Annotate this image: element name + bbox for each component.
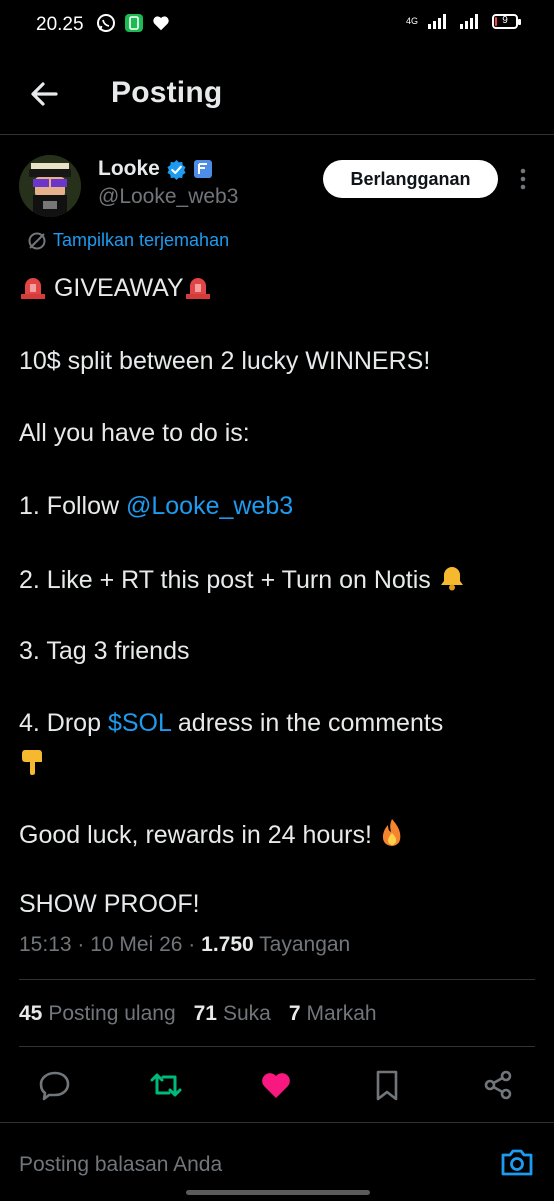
post-line-4: 1. Follow @Looke_web3 xyxy=(19,492,293,521)
view-label: Tayangan xyxy=(253,933,351,956)
post-line-4-prefix: 1. Follow xyxy=(19,492,126,520)
post-time: 15:13 xyxy=(19,933,72,956)
heart-notification-icon xyxy=(153,16,169,31)
pointing-down-icon xyxy=(22,750,42,775)
siren-icon-2 xyxy=(185,278,210,299)
whatsapp-icon xyxy=(97,14,115,32)
action-bar xyxy=(0,1060,554,1110)
post-line-2: 10$ split between 2 lucky WINNERS! xyxy=(19,347,431,375)
battery-icon: 9 xyxy=(492,13,521,29)
cashtag-link[interactable]: $SOL xyxy=(108,709,171,737)
post-line-giveaway: GIVEAWAY xyxy=(19,274,212,303)
notification-icons xyxy=(96,13,170,33)
like-icon[interactable] xyxy=(259,1068,293,1102)
siren-icon xyxy=(21,278,45,299)
top-app-bar: Posting xyxy=(0,56,554,135)
post-line-7: 4. Drop $SOL adress in the comments xyxy=(19,709,443,738)
post-date: 10 Mei 26 xyxy=(90,933,183,956)
post-line-8: Good luck, rewards in 24 hours! xyxy=(19,821,372,849)
fire-icon xyxy=(382,819,401,846)
bell-icon xyxy=(440,567,463,591)
translate-label[interactable]: Tampilkan terjemahan xyxy=(53,230,229,251)
camera-icon[interactable] xyxy=(500,1147,534,1177)
post-line-7-emoji xyxy=(19,746,47,779)
bookmark-icon[interactable] xyxy=(370,1068,404,1102)
post-line-7-prefix: 4. Drop xyxy=(19,709,108,737)
post-line-9: SHOW PROOF! xyxy=(19,890,200,918)
view-count[interactable]: 1.750 xyxy=(201,933,254,956)
reply-icon[interactable] xyxy=(38,1068,72,1102)
bookmarks-stat[interactable]: 7 Markah xyxy=(289,1002,377,1026)
home-indicator[interactable] xyxy=(186,1190,370,1195)
battery-percent: 9 xyxy=(502,14,508,26)
engagement-stats: 45 Posting ulang 71 Suka 7 Markah xyxy=(19,1002,377,1026)
post-line-8-row: Good luck, rewards in 24 hours! xyxy=(19,817,405,850)
bookmarks-count: 7 xyxy=(288,1002,301,1025)
author-name-row[interactable]: Looke xyxy=(98,157,213,181)
divider xyxy=(19,979,535,980)
likes-label: Suka xyxy=(222,1002,271,1025)
post-meta: 15:13 · 10 Mei 26 · 1.750 Tayangan xyxy=(19,933,350,957)
divider-2 xyxy=(19,1046,535,1047)
affiliate-badge-icon xyxy=(193,160,212,178)
status-time: 20.25 xyxy=(36,14,84,35)
bookmarks-label: Markah xyxy=(306,1002,377,1025)
mention-link[interactable]: @Looke_web3 xyxy=(126,492,293,520)
post-line-5: 2. Like + RT this post + Turn on Notis xyxy=(19,566,431,594)
reposts-stat[interactable]: 45 Posting ulang xyxy=(19,1002,176,1026)
likes-count: 71 xyxy=(193,1002,217,1025)
signal-icon-2 xyxy=(460,14,478,29)
translate-icon xyxy=(28,232,46,249)
translate-link[interactable]: Tampilkan terjemahan xyxy=(27,230,229,251)
reposts-count: 45 xyxy=(19,1002,43,1025)
avatar[interactable] xyxy=(19,155,81,217)
meta-separator: · xyxy=(71,933,91,956)
network-type: 4G xyxy=(405,16,418,26)
retweet-icon[interactable] xyxy=(149,1068,183,1102)
post-line-1: GIVEAWAY xyxy=(53,274,184,302)
share-icon[interactable] xyxy=(481,1068,515,1102)
more-vertical-icon[interactable] xyxy=(515,166,531,194)
post-line-3: All you have to do is: xyxy=(19,419,250,447)
back-arrow-icon[interactable] xyxy=(26,76,62,112)
system-icons: 4G 9 xyxy=(405,13,521,29)
post-line-5-row: 2. Like + RT this post + Turn on Notis xyxy=(19,564,466,595)
signal-icon xyxy=(428,14,446,29)
reply-input[interactable]: Posting balasan Anda xyxy=(19,1153,222,1177)
post-line-7-suffix: adress in the comments xyxy=(170,709,444,737)
likes-stat[interactable]: 71 Suka xyxy=(194,1002,271,1026)
page-title: Posting xyxy=(111,76,223,109)
author-handle[interactable]: @Looke_web3 xyxy=(98,185,238,209)
status-bar: 20.25 4G 9 xyxy=(0,0,554,48)
author-name[interactable]: Looke xyxy=(98,157,160,181)
reposts-label: Posting ulang xyxy=(48,1002,176,1025)
verified-badge-icon xyxy=(167,159,186,180)
subscribe-button[interactable]: Berlangganan xyxy=(323,160,498,198)
app-notification-icon xyxy=(125,14,143,32)
meta-separator-2: · xyxy=(182,933,202,956)
post-line-6: 3. Tag 3 friends xyxy=(19,637,190,665)
